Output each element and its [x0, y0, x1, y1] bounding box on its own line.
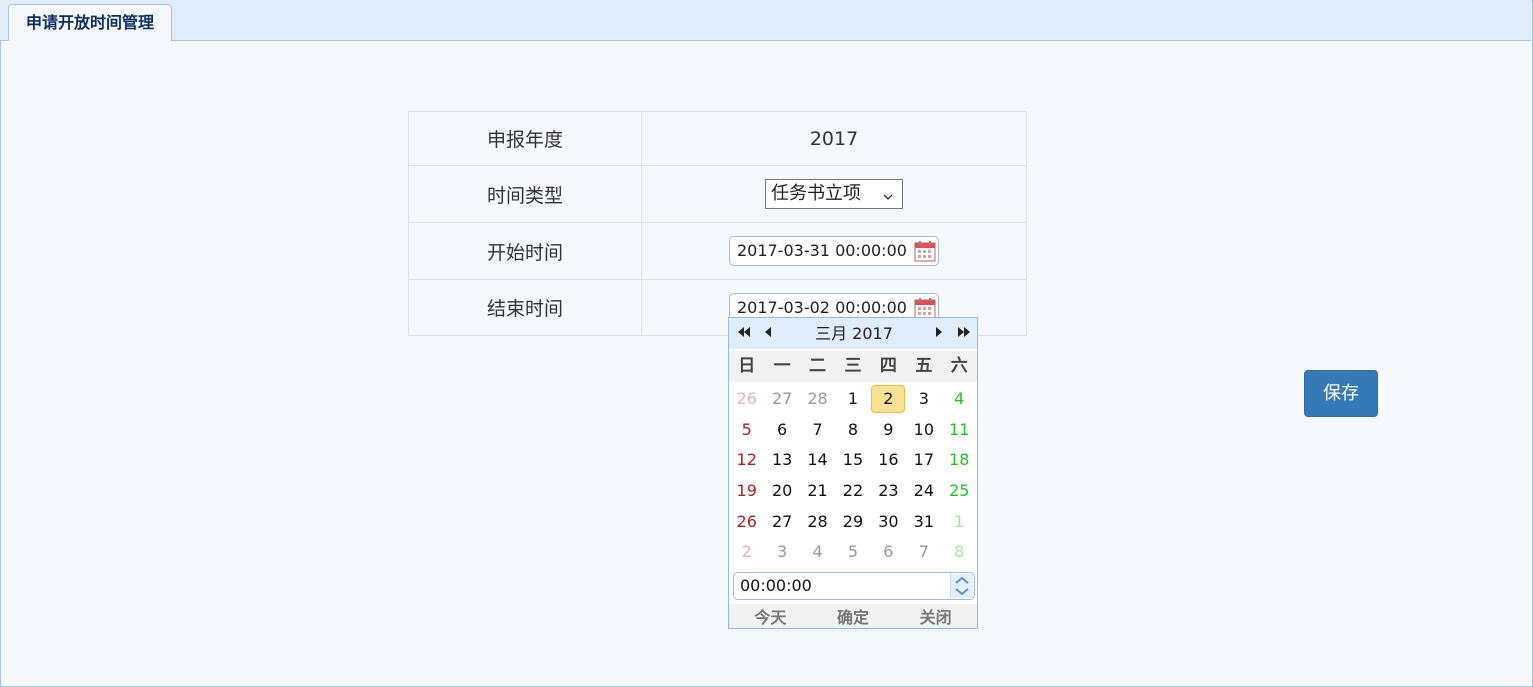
save-button[interactable]: 保存	[1304, 370, 1378, 417]
weekday-label: 二	[809, 356, 827, 376]
prev-year-icon[interactable]	[737, 318, 751, 349]
calendar-day[interactable]: 7	[906, 537, 941, 568]
calendar-week: 26 27 28 1 2 3 4	[729, 384, 977, 415]
calendar-week: 26 27 28 29 30 31 1	[729, 507, 977, 538]
calendar-day[interactable]: 9	[871, 415, 906, 446]
weekday-label: 一	[773, 356, 791, 376]
calendar-day[interactable]: 29	[835, 507, 870, 538]
calendar-icon[interactable]	[914, 240, 936, 262]
time-input[interactable]: 00:00:00	[733, 572, 975, 600]
calendar-week: 12 13 14 15 16 17 18	[729, 445, 977, 476]
time-spinner[interactable]	[950, 574, 973, 598]
form-table: 申报年度 2017 时间类型 任务书立项 开始时间 2017-03-31 00:…	[408, 111, 1027, 336]
calendar-day[interactable]: 27	[764, 384, 799, 415]
calendar-day[interactable]: 12	[729, 445, 764, 476]
weekday-label: 六	[950, 356, 968, 376]
calendar-day[interactable]: 28	[800, 507, 835, 538]
weekday-label: 五	[915, 356, 933, 376]
calendar-day[interactable]: 20	[764, 476, 799, 507]
selected-day-label: 2	[871, 385, 906, 413]
calendar-day-selected[interactable]: 2	[871, 384, 906, 415]
tab-open-time-management[interactable]: 申请开放时间管理	[8, 4, 172, 41]
row-year: 申报年度 2017	[408, 111, 1027, 166]
calendar-day[interactable]: 5	[835, 537, 870, 568]
weekday-label: 三	[844, 356, 862, 376]
calendar-day[interactable]: 15	[835, 445, 870, 476]
calendar-day[interactable]: 10	[906, 415, 941, 446]
calendar-title[interactable]: 三月 2017	[789, 318, 919, 349]
row-time-type: 时间类型 任务书立项	[408, 165, 1027, 223]
calendar-day[interactable]: 1	[942, 507, 977, 538]
start-time-input[interactable]: 2017-03-31 00:00:00	[729, 236, 939, 266]
calendar-day[interactable]: 26	[729, 384, 764, 415]
calendar-day[interactable]: 13	[764, 445, 799, 476]
date-picker-popup: 三月 2017 日 一 二 三 四 五 六 26 27 28 1 2 3 4 5…	[728, 317, 978, 629]
calendar-day[interactable]: 30	[871, 507, 906, 538]
calendar-header: 三月 2017	[729, 318, 977, 349]
calendar-day[interactable]: 1	[835, 384, 870, 415]
label-end-time: 结束时间	[408, 279, 642, 336]
calendar-day[interactable]: 3	[906, 384, 941, 415]
end-time-value: 2017-03-02 00:00:00	[737, 297, 907, 317]
value-year: 2017	[641, 111, 1027, 166]
calendar-day[interactable]: 4	[942, 384, 977, 415]
label-year: 申报年度	[408, 111, 642, 166]
calendar-day[interactable]: 2	[729, 537, 764, 568]
calendar-week: 2 3 4 5 6 7 8	[729, 537, 977, 568]
close-button[interactable]: 关闭	[894, 604, 977, 628]
calendar-day[interactable]: 17	[906, 445, 941, 476]
time-type-select-value: 任务书立项	[771, 183, 861, 204]
weekday-header: 日 一 二 三 四 五 六	[729, 351, 977, 382]
calendar-day[interactable]: 4	[800, 537, 835, 568]
calendar-day[interactable]: 23	[871, 476, 906, 507]
today-button[interactable]: 今天	[729, 604, 812, 628]
calendar-day[interactable]: 6	[764, 415, 799, 446]
start-time-value: 2017-03-31 00:00:00	[737, 241, 907, 260]
calendar-day[interactable]: 8	[942, 537, 977, 568]
calendar-day[interactable]: 27	[764, 507, 799, 538]
calendar-day[interactable]: 26	[729, 507, 764, 538]
time-value: 00:00:00	[740, 576, 812, 595]
calendar-day[interactable]: 7	[800, 415, 835, 446]
calendar-day[interactable]: 6	[871, 537, 906, 568]
calendar-week: 19 20 21 22 23 24 25	[729, 476, 977, 507]
calendar-days: 26 27 28 1 2 3 4 5 6 7 8 9 10 11 12 13 1…	[729, 384, 977, 568]
calendar-day[interactable]: 8	[835, 415, 870, 446]
calendar-day[interactable]: 24	[906, 476, 941, 507]
chevron-down-icon	[882, 185, 894, 213]
calendar-day[interactable]: 5	[729, 415, 764, 446]
calendar-day[interactable]: 18	[942, 445, 977, 476]
calendar-footer: 今天 确定 关闭	[729, 604, 977, 628]
calendar-day[interactable]: 11	[942, 415, 977, 446]
calendar-day[interactable]: 3	[764, 537, 799, 568]
weekday-label: 日	[738, 356, 756, 376]
calendar-day[interactable]: 16	[871, 445, 906, 476]
calendar-day[interactable]: 31	[906, 507, 941, 538]
confirm-button[interactable]: 确定	[812, 604, 895, 628]
next-month-icon[interactable]	[935, 318, 943, 349]
label-start-time: 开始时间	[408, 222, 642, 280]
calendar-day[interactable]: 14	[800, 445, 835, 476]
time-type-select[interactable]: 任务书立项	[765, 179, 903, 209]
calendar-week: 5 6 7 8 9 10 11	[729, 415, 977, 446]
calendar-icon[interactable]	[914, 297, 936, 319]
label-time-type: 时间类型	[408, 165, 642, 223]
calendar-day[interactable]: 25	[942, 476, 977, 507]
tab-bar: 申请开放时间管理	[0, 0, 1531, 41]
weekday-label: 四	[879, 356, 897, 376]
calendar-day[interactable]: 22	[835, 476, 870, 507]
calendar-day[interactable]: 19	[729, 476, 764, 507]
chevron-down-icon	[955, 588, 969, 596]
row-start-time: 开始时间 2017-03-31 00:00:00	[408, 222, 1027, 280]
prev-month-icon[interactable]	[764, 318, 772, 349]
chevron-up-icon	[955, 576, 969, 584]
calendar-day[interactable]: 28	[800, 384, 835, 415]
calendar-day[interactable]: 21	[800, 476, 835, 507]
next-year-icon[interactable]	[957, 318, 971, 349]
